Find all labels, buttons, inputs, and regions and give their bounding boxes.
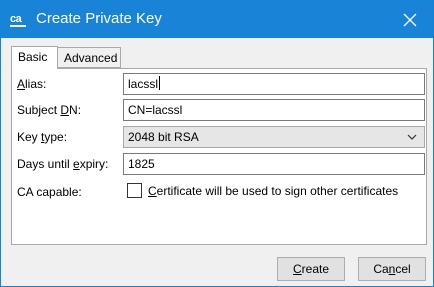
alias-label: Alias: bbox=[17, 77, 47, 91]
cancel-button[interactable]: Cancel bbox=[358, 257, 426, 281]
window-title: Create Private Key bbox=[36, 10, 162, 27]
close-button[interactable] bbox=[387, 1, 433, 38]
key-type-select[interactable]: 2048 bit RSA bbox=[123, 126, 425, 148]
alias-input[interactable]: lacssl bbox=[123, 73, 425, 95]
key-type-label: Key type: bbox=[17, 130, 68, 144]
ca-capable-label: CA capable: bbox=[17, 185, 82, 199]
subject-dn-label: Subject DN: bbox=[17, 103, 82, 117]
subject-dn-input[interactable]: CN=lacssl bbox=[123, 99, 425, 121]
ca-capable-checkbox[interactable] bbox=[127, 183, 142, 198]
app-logo-icon: ca bbox=[10, 12, 26, 27]
chevron-down-icon bbox=[407, 134, 417, 140]
create-button[interactable]: Create bbox=[277, 257, 345, 281]
close-icon bbox=[403, 13, 417, 26]
title-bar[interactable]: ca Create Private Key bbox=[1, 1, 433, 38]
days-until-expiry-label: Days until expiry: bbox=[17, 157, 109, 171]
tab-advanced[interactable]: Advanced bbox=[57, 47, 121, 68]
create-private-key-dialog: ca Create Private Key Basic Advanced Ali… bbox=[0, 0, 434, 287]
days-until-expiry-input[interactable]: 1825 bbox=[123, 153, 425, 175]
ca-capable-checkbox-label[interactable]: Certificate will be used to sign other c… bbox=[148, 184, 398, 198]
tab-basic[interactable]: Basic bbox=[11, 46, 58, 69]
text-caret bbox=[159, 76, 161, 90]
